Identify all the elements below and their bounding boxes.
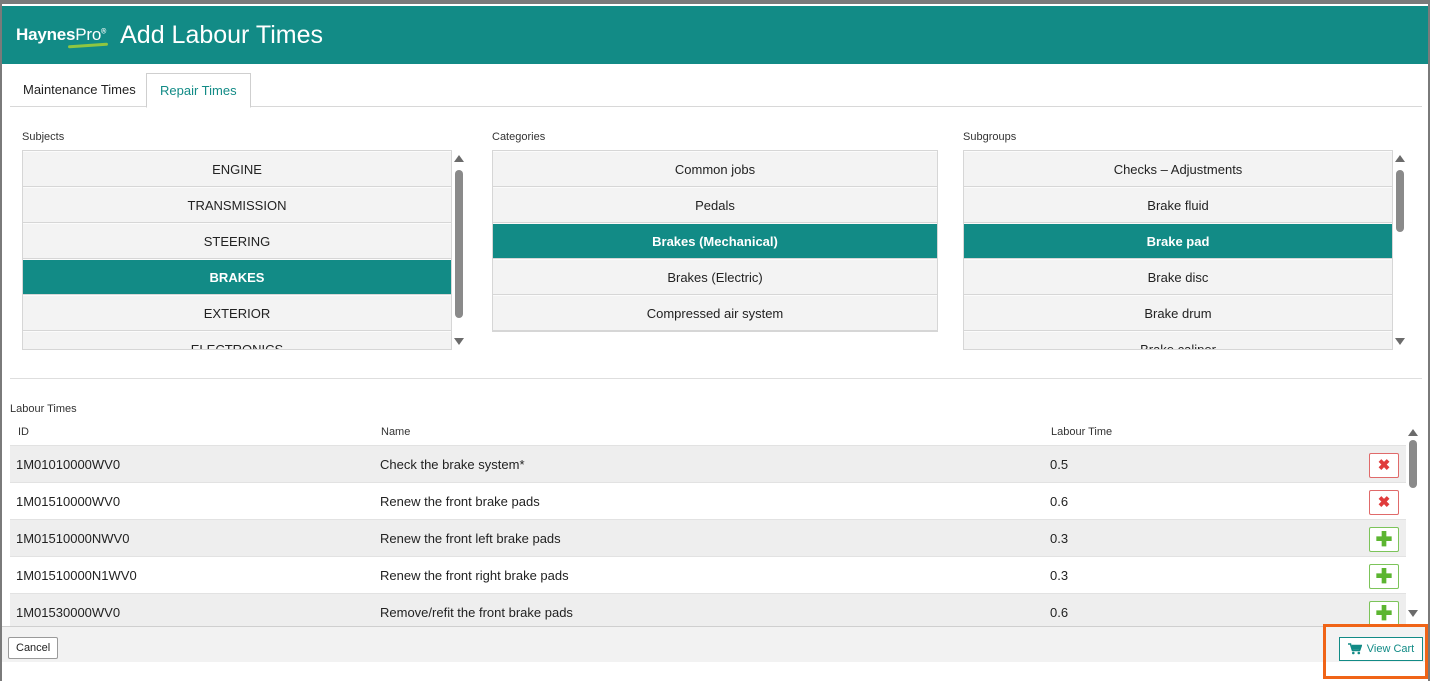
subjects-list[interactable]: ENGINE TRANSMISSION STEERING BRAKES EXTERIOR… xyxy=(22,150,452,350)
view-cart-label: View Cart xyxy=(1366,643,1415,655)
row-id: 1M01510000WV0 xyxy=(16,494,121,509)
add-button[interactable]: ✚ xyxy=(1369,564,1399,589)
table-row: 1M01510000NWV0 Renew the front left brake… xyxy=(10,519,1406,556)
dialog-title: Add Labour Times xyxy=(120,20,324,49)
subgroups-item-brake-disc[interactable]: Brake disc xyxy=(964,259,1392,295)
row-labour-time: 0.3 xyxy=(1050,568,1069,583)
subjects-item-brakes[interactable]: BRAKES xyxy=(23,259,451,295)
categories-item-brakes-electric[interactable]: Brakes (Electric) xyxy=(493,259,937,295)
table-row: 1M01510000WV0 Renew the front brake pads 0… xyxy=(10,482,1406,519)
row-id: 1M01510000N1WV0 xyxy=(16,568,137,583)
categories-item-common-jobs[interactable]: Common jobs xyxy=(493,151,937,187)
haynespro-logo: HaynesPro® xyxy=(16,25,109,49)
subjects-item-electronics[interactable]: ELECTRONICS xyxy=(23,331,451,349)
scroll-thumb[interactable] xyxy=(1396,170,1404,232)
plus-icon: ✚ xyxy=(1375,528,1393,551)
row-name: Check the brake system* xyxy=(380,457,525,472)
column-header-name: Name xyxy=(381,426,411,438)
row-name: Renew the front right brake pads xyxy=(380,568,569,583)
row-name: Remove/refit the front brake pads xyxy=(380,605,573,620)
tab-bar: Maintenance Times Repair Times xyxy=(10,73,1422,108)
scroll-thumb[interactable] xyxy=(455,170,463,318)
add-button[interactable]: ✚ xyxy=(1369,527,1399,552)
table-row: 1M01530000WV0 Remove/refit the front brak… xyxy=(10,593,1406,629)
row-labour-time: 0.5 xyxy=(1050,457,1069,472)
subjects-scrollbar[interactable] xyxy=(452,150,466,350)
categories-label: Categories xyxy=(492,131,546,143)
close-icon: ✖ xyxy=(1377,457,1391,474)
cancel-button[interactable]: Cancel xyxy=(8,637,59,659)
table-row: 1M01510000N1WV0 Renew the front right bra… xyxy=(10,556,1406,593)
scroll-up-icon[interactable] xyxy=(454,155,464,162)
dialog-header: HaynesPro® Add Labour Times xyxy=(2,6,1428,64)
subjects-label: Subjects xyxy=(22,131,65,143)
section-divider xyxy=(10,378,1422,379)
subgroups-item-brake-drum[interactable]: Brake drum xyxy=(964,295,1392,331)
subgroups-item-brake-fluid[interactable]: Brake fluid xyxy=(964,187,1392,223)
subgroups-list[interactable]: Checks – Adjustments Brake fluid Brake pad… xyxy=(963,150,1393,350)
row-labour-time: 0.6 xyxy=(1050,494,1069,509)
scroll-up-icon[interactable] xyxy=(1395,155,1405,162)
add-labour-times-dialog: HaynesPro® Add Labour Times Maintenance … xyxy=(2,4,1428,681)
labour-times-table: 1M01010000WV0 Check the brake system* 0.5 ✖… xyxy=(10,445,1406,629)
view-cart-button[interactable]: View Cart xyxy=(1339,637,1423,661)
row-labour-time: 0.6 xyxy=(1050,605,1069,620)
tab-repair-times[interactable]: Repair Times xyxy=(146,73,251,108)
scroll-up-icon[interactable] xyxy=(1408,429,1418,436)
column-header-labour-time: Labour Time xyxy=(1051,426,1113,438)
subgroups-label: Subgroups xyxy=(963,131,1017,143)
subgroups-item-brake-caliper[interactable]: Brake caliper xyxy=(964,331,1392,349)
subgroups-item-brake-pad[interactable]: Brake pad xyxy=(964,223,1392,259)
row-id: 1M01510000NWV0 xyxy=(16,531,130,546)
scroll-down-icon[interactable] xyxy=(454,338,464,345)
column-header-id: ID xyxy=(18,426,29,438)
row-id: 1M01010000WV0 xyxy=(16,457,121,472)
labour-scrollbar[interactable] xyxy=(1406,424,1420,622)
categories-item-pedals[interactable]: Pedals xyxy=(493,187,937,223)
row-name: Renew the front left brake pads xyxy=(380,531,561,546)
subjects-item-transmission[interactable]: TRANSMISSION xyxy=(23,187,451,223)
categories-item-brakes-mechanical[interactable]: Brakes (Mechanical) xyxy=(493,223,937,259)
dialog-footer: Cancel xyxy=(2,626,1428,662)
categories-item-compressed-air-system[interactable]: Compressed air system xyxy=(493,295,937,331)
scroll-down-icon[interactable] xyxy=(1395,338,1405,345)
table-row: 1M01010000WV0 Check the brake system* 0.5 ✖ xyxy=(10,445,1406,482)
subgroups-item-checks-adjustments[interactable]: Checks – Adjustments xyxy=(964,151,1392,187)
plus-icon: ✚ xyxy=(1375,602,1393,625)
scroll-down-icon[interactable] xyxy=(1408,610,1418,617)
scroll-thumb[interactable] xyxy=(1409,440,1417,488)
cart-icon xyxy=(1347,643,1362,655)
row-labour-time: 0.3 xyxy=(1050,531,1069,546)
tab-maintenance-times[interactable]: Maintenance Times xyxy=(10,73,149,107)
remove-button[interactable]: ✖ xyxy=(1369,490,1399,515)
labour-times-label: Labour Times xyxy=(10,403,77,415)
subjects-item-steering[interactable]: STEERING xyxy=(23,223,451,259)
subjects-item-engine[interactable]: ENGINE xyxy=(23,151,451,187)
add-button[interactable]: ✚ xyxy=(1369,601,1399,626)
categories-list[interactable]: Common jobs Pedals Brakes (Mechanical) Brak… xyxy=(492,150,938,332)
row-id: 1M01530000WV0 xyxy=(16,605,121,620)
remove-button[interactable]: ✖ xyxy=(1369,453,1399,478)
subjects-item-exterior[interactable]: EXTERIOR xyxy=(23,295,451,331)
close-icon: ✖ xyxy=(1377,494,1391,511)
row-name: Renew the front brake pads xyxy=(380,494,540,509)
subgroups-scrollbar[interactable] xyxy=(1393,150,1407,350)
plus-icon: ✚ xyxy=(1375,565,1393,588)
